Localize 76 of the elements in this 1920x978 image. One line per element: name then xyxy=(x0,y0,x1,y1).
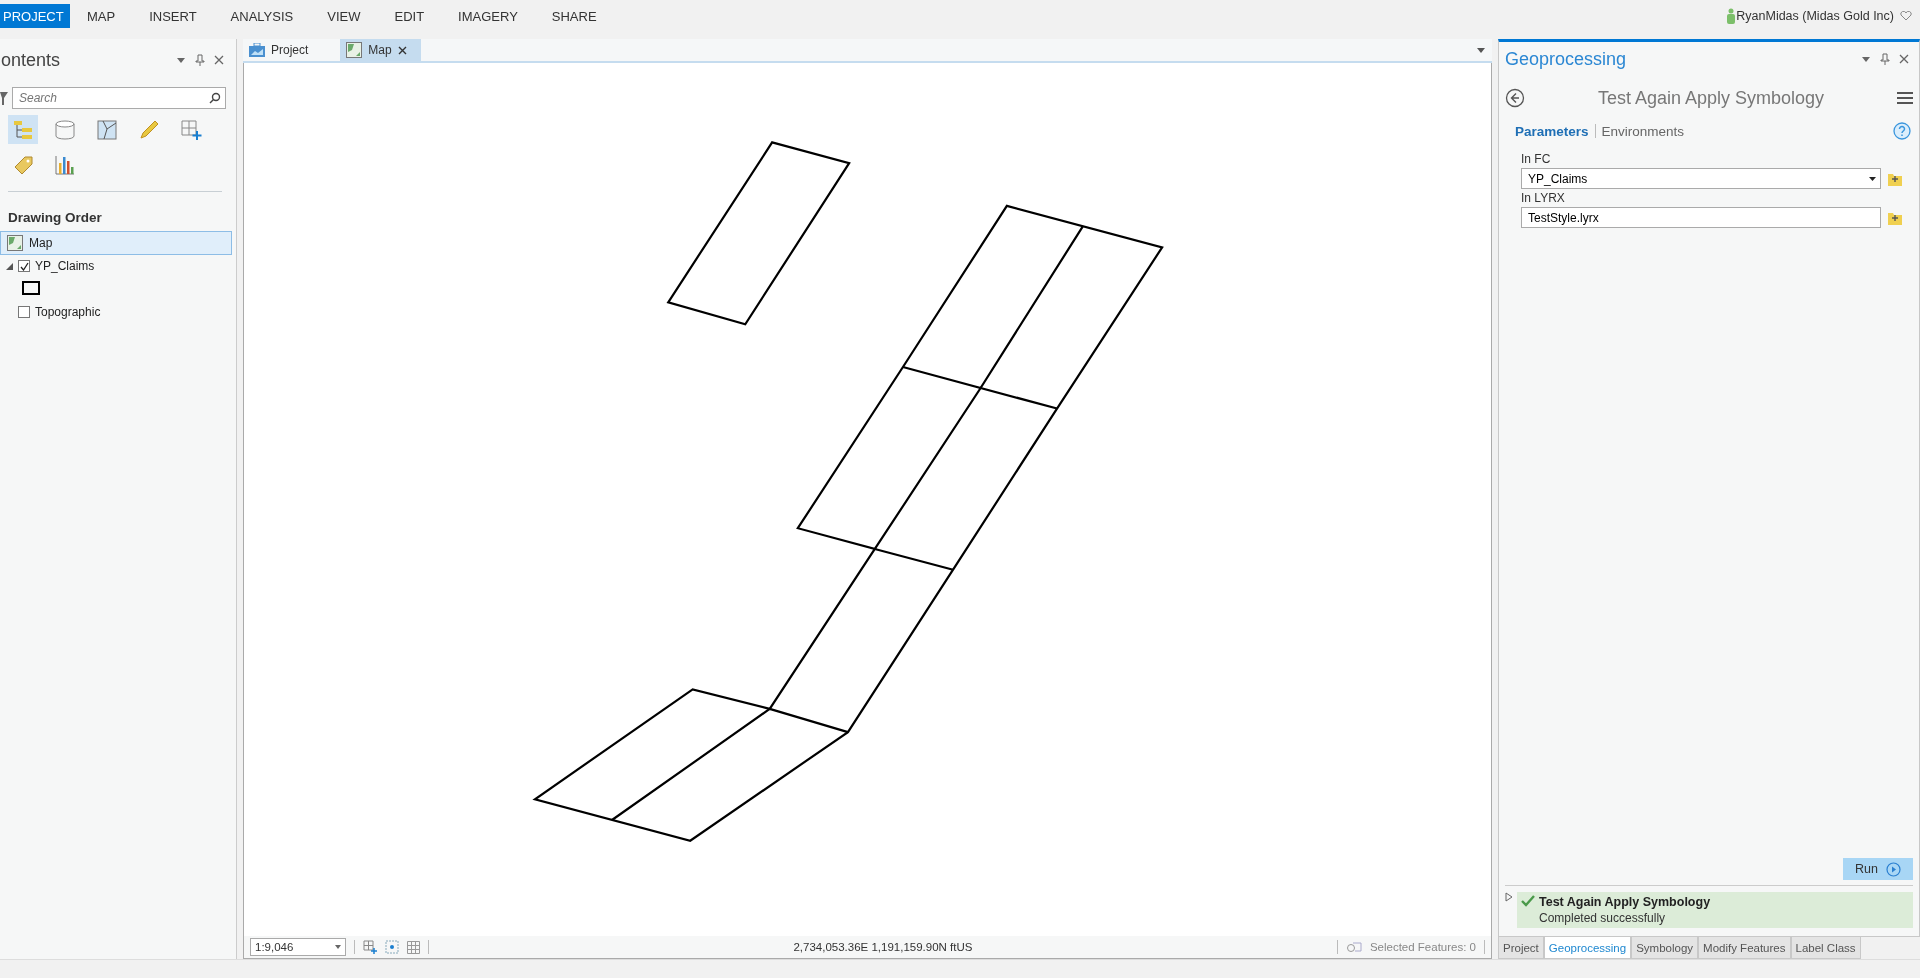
parameter-tab[interactable]: Parameters xyxy=(1515,123,1589,139)
scale-field[interactable]: 1:9,046 xyxy=(250,938,346,956)
layer-checkbox[interactable] xyxy=(18,306,30,318)
close-icon[interactable] xyxy=(397,45,407,55)
section-heading: Drawing Order xyxy=(7,209,103,227)
folder-icon xyxy=(249,43,265,57)
expand-icon[interactable] xyxy=(1505,892,1513,902)
grid-add-icon xyxy=(181,120,203,141)
input-box[interactable]: TestStyle.lyrx xyxy=(1521,207,1881,228)
pane-tab[interactable]: Project xyxy=(1498,937,1544,959)
map-icon xyxy=(346,42,363,58)
help-icon[interactable] xyxy=(1893,122,1911,140)
selected-features-count: Selected Features: 0 xyxy=(1369,941,1476,953)
ribbon-tab[interactable]: INSERT xyxy=(132,4,214,28)
layer-checkbox[interactable] xyxy=(18,260,30,272)
pane-tab[interactable]: Geoprocessing xyxy=(1543,937,1632,959)
dropdown-icon[interactable] xyxy=(1861,55,1871,63)
pane-tab[interactable]: Modify Features xyxy=(1698,937,1791,959)
user-icon xyxy=(1726,8,1737,24)
play-icon xyxy=(1885,861,1901,877)
layer-name[interactable]: YP_Claims xyxy=(35,259,95,273)
ribbon-tab[interactable]: SHARE xyxy=(534,4,614,28)
grid-add-icon[interactable] xyxy=(363,940,377,954)
add-folder-icon[interactable] xyxy=(1887,171,1903,186)
zoom-selected-icon[interactable] xyxy=(1345,940,1362,954)
pane-tab[interactable]: Label Class xyxy=(1790,937,1861,959)
selection-icon xyxy=(97,120,117,139)
checkmark-icon xyxy=(1521,895,1535,907)
close-icon[interactable] xyxy=(1899,54,1909,64)
search-icon[interactable] xyxy=(209,92,221,104)
parameter-label: In LYRX xyxy=(1521,191,1566,205)
ribbon-tab[interactable]: MAP xyxy=(70,4,133,28)
layer-name[interactable]: Topographic xyxy=(35,305,101,319)
map-tree-item[interactable]: Map xyxy=(0,231,232,255)
ribbon-tab[interactable]: IMAGERY xyxy=(441,4,535,28)
filter-icon[interactable] xyxy=(0,91,8,105)
message-status: Completed successfully xyxy=(1539,911,1667,925)
ribbon-tab[interactable]: EDIT xyxy=(377,4,442,28)
tag-icon xyxy=(14,156,33,174)
user-name[interactable]: RyanMidas (Midas Gold Inc) xyxy=(1736,9,1894,23)
pin-icon[interactable] xyxy=(1880,53,1890,65)
run-button[interactable]: Run xyxy=(1843,858,1913,880)
bar-chart-icon xyxy=(55,155,75,174)
table-icon[interactable] xyxy=(407,940,420,954)
close-icon[interactable] xyxy=(214,55,224,65)
parameter-label: In FC xyxy=(1521,152,1552,166)
pin-icon[interactable] xyxy=(195,54,205,66)
layer-list-icon xyxy=(14,120,32,139)
menu-icon[interactable] xyxy=(1897,91,1913,105)
dropdown-icon[interactable] xyxy=(1476,46,1486,54)
document-tab[interactable]: Map xyxy=(340,39,421,61)
pane-tab[interactable]: Symbology xyxy=(1631,937,1699,959)
pencil-icon xyxy=(140,120,159,138)
message-title: Test Again Apply Symbology xyxy=(1539,895,1711,909)
database-icon xyxy=(55,120,75,139)
search-field[interactable]: Search xyxy=(17,90,209,106)
dropdown-icon[interactable] xyxy=(176,56,186,64)
panel-title: ontents xyxy=(1,49,61,71)
caret-icon[interactable] xyxy=(1869,176,1876,181)
coordinates-readout: 2,734,053.36E 1,191,159.90N ftUS xyxy=(792,941,974,953)
ribbon-tab[interactable]: PROJECT xyxy=(0,4,70,28)
parameter-tab[interactable]: Environments xyxy=(1601,123,1685,139)
snap-icon[interactable] xyxy=(385,940,399,954)
search-box[interactable]: Search xyxy=(12,87,226,109)
document-tab[interactable]: Project xyxy=(243,39,323,61)
polygon-symbol-icon xyxy=(22,281,40,295)
ribbon-tab[interactable]: VIEW xyxy=(310,4,378,28)
expanded-icon[interactable] xyxy=(6,262,13,270)
map-icon xyxy=(7,235,23,251)
back-icon[interactable] xyxy=(1505,88,1525,108)
tool-title: Test Again Apply Symbology xyxy=(1596,87,1826,109)
heart-icon[interactable] xyxy=(1900,11,1912,21)
add-folder-icon[interactable] xyxy=(1887,210,1903,225)
panel-title: Geoprocessing xyxy=(1505,48,1627,70)
ribbon-tab[interactable]: ANALYSIS xyxy=(213,4,311,28)
dropdown-box[interactable]: YP_Claims xyxy=(1521,168,1881,189)
